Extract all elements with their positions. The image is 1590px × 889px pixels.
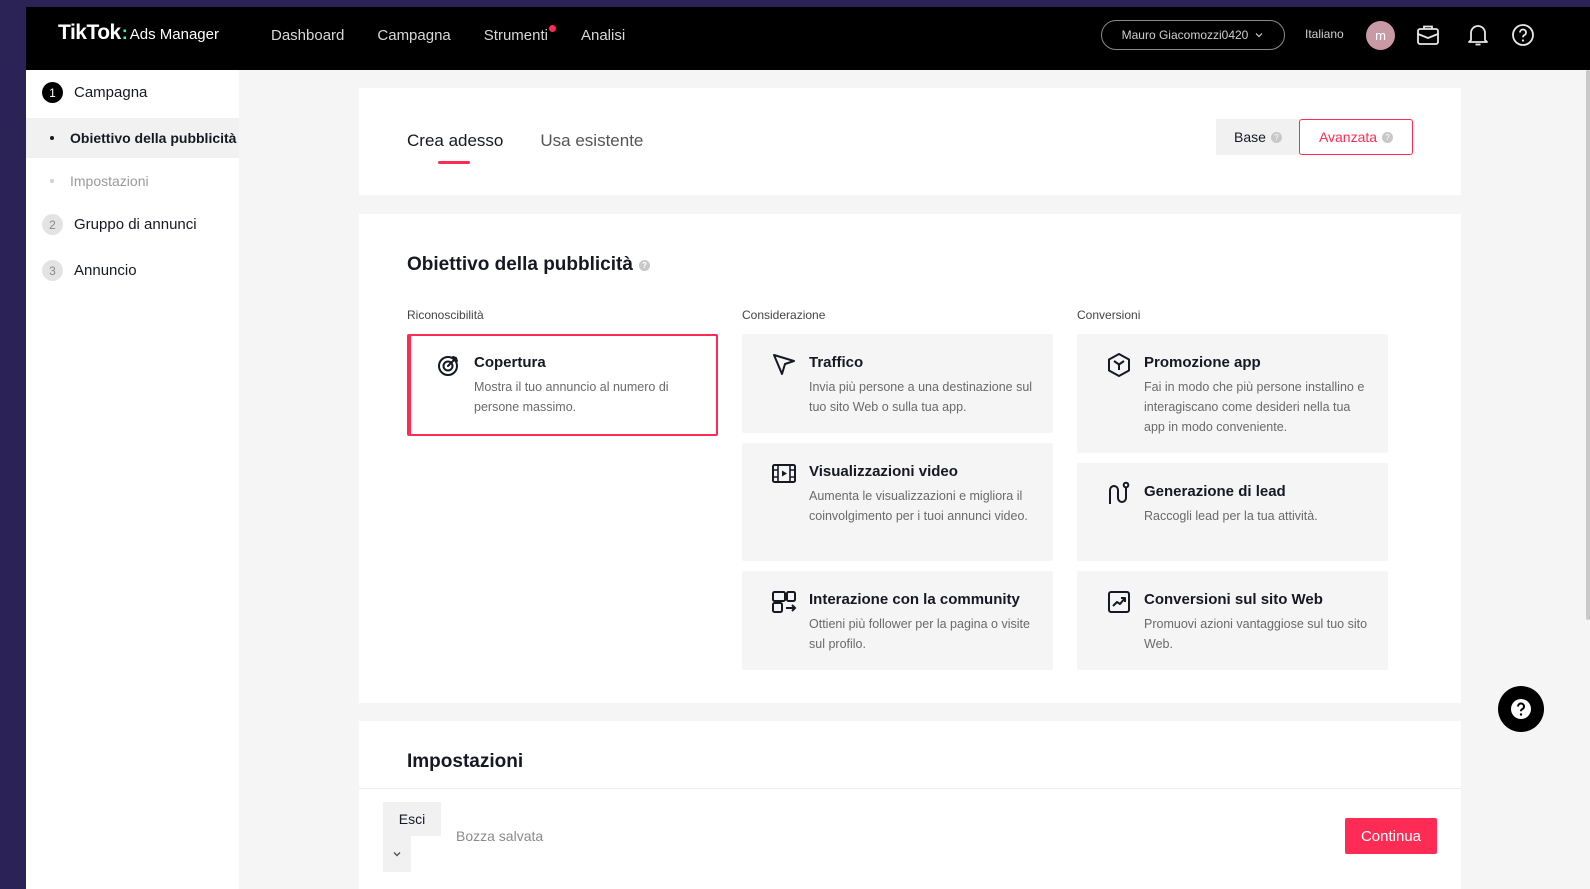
mode-base-button[interactable]: Base? xyxy=(1216,119,1300,155)
sidebar-substep-impostazioni[interactable]: Impostazioni xyxy=(26,161,239,201)
nav-link-dashboard[interactable]: Dashboard xyxy=(271,27,344,44)
objective-option-video[interactable]: Visualizzazioni video Aumenta le visuali… xyxy=(742,443,1053,561)
option-description: Aumenta le visualizzazioni e migliora il… xyxy=(809,489,1028,523)
column-header-conversions: Conversioni xyxy=(1077,308,1141,322)
top-nav: TikTok : Ads Manager Dashboard Campagna … xyxy=(26,7,1590,70)
chevron-down-icon xyxy=(1255,33,1263,38)
info-icon: ? xyxy=(1270,131,1282,143)
community-icon xyxy=(772,591,797,613)
option-title: Traffico xyxy=(809,354,864,371)
help-fab[interactable] xyxy=(1498,686,1544,732)
magnet-icon xyxy=(1109,481,1130,504)
steps-sidebar: 1 Campagna Obiettivo della pubblicità Im… xyxy=(26,70,239,889)
objective-option-lead[interactable]: Generazione di lead Raccogli lead per la… xyxy=(1077,463,1388,561)
option-description: Ottieni più follower per la pagina o vis… xyxy=(809,617,1030,651)
creation-tabs-card: Crea adesso Usa esistente Base? Avanzata… xyxy=(359,88,1461,195)
objective-option-copertura[interactable]: Copertura Mostra il tuo annuncio al nume… xyxy=(407,334,718,436)
brand-logo-dot: : xyxy=(121,23,128,43)
cursor-icon xyxy=(773,354,795,375)
mode-advanced-button[interactable]: Avanzata? xyxy=(1299,119,1413,155)
sidebar-substep-obiettivo[interactable]: Obiettivo della pubblicità xyxy=(26,118,239,158)
objective-option-community[interactable]: Interazione con la community Ottieni più… xyxy=(742,571,1053,670)
mode-advanced-label: Avanzata xyxy=(1318,129,1378,145)
objective-card: Obiettivo della pubblicità? Riconoscibil… xyxy=(359,214,1461,703)
substep-label: Obiettivo della pubblicità xyxy=(70,130,237,146)
objective-title-text: Obiettivo della pubblicità xyxy=(407,254,633,275)
exit-menu-toggle[interactable] xyxy=(383,836,411,872)
nav-link-strumenti-label: Strumenti xyxy=(483,27,548,44)
nav-links: Dashboard Campagna Strumenti Analisi xyxy=(271,25,625,44)
draft-status: Bozza salvata xyxy=(456,828,544,844)
objective-title: Obiettivo della pubblicità? xyxy=(407,254,650,276)
option-title: Conversioni sul sito Web xyxy=(1144,591,1323,608)
info-icon: ? xyxy=(1382,131,1394,143)
trend-icon xyxy=(1108,591,1130,613)
nav-link-analisi[interactable]: Analisi xyxy=(581,27,625,44)
notification-dot xyxy=(548,25,556,32)
column-header-consideration: Considerazione xyxy=(742,308,826,322)
substep-label: Impostazioni xyxy=(70,173,149,189)
option-title: Visualizzazioni video xyxy=(809,463,958,480)
option-description: Fai in modo che più persone installino e… xyxy=(1144,380,1365,434)
option-description: Raccogli lead per la tua attività. xyxy=(1144,509,1318,523)
nav-link-campagna[interactable]: Campagna xyxy=(377,27,450,44)
option-description: Mostra il tuo annuncio al numero di pers… xyxy=(474,380,669,414)
option-title: Promozione app xyxy=(1144,354,1261,371)
bell-icon[interactable] xyxy=(1465,22,1491,48)
tab-crea-adesso[interactable]: Crea adesso xyxy=(407,131,503,164)
option-title: Generazione di lead xyxy=(1144,483,1286,500)
sidebar-step-gruppo[interactable]: 2 Gruppo di annunci xyxy=(42,214,197,235)
column-header-awareness: Riconoscibilità xyxy=(407,308,484,322)
avatar[interactable]: m xyxy=(1366,21,1395,50)
step-number: 1 xyxy=(42,82,63,103)
step-label: Gruppo di annunci xyxy=(74,216,197,233)
mode-base-label: Base xyxy=(1234,129,1266,145)
account-selector[interactable]: Mauro Giacomozzi0420 xyxy=(1101,20,1285,50)
brand-logo-text: TikTok xyxy=(58,21,121,44)
bullet-icon xyxy=(50,136,54,140)
question-icon xyxy=(1511,699,1531,719)
option-title: Copertura xyxy=(474,354,546,371)
film-icon xyxy=(772,464,796,483)
exit-button[interactable]: Esci xyxy=(383,802,441,836)
continue-button[interactable]: Continua xyxy=(1345,818,1437,854)
creation-tabs: Crea adesso Usa esistente xyxy=(407,131,643,164)
help-icon[interactable] xyxy=(1510,22,1536,48)
objective-option-traffico[interactable]: Traffico Invia più persone a una destina… xyxy=(742,334,1053,433)
step-number: 2 xyxy=(42,214,63,235)
target-icon xyxy=(438,356,458,376)
account-name: Mauro Giacomozzi0420 xyxy=(1121,28,1249,42)
language-selector[interactable]: Italiano xyxy=(1305,27,1344,41)
cube-icon xyxy=(1108,353,1130,377)
settings-title: Impostazioni xyxy=(407,751,523,773)
sidebar-step-annuncio[interactable]: 3 Annuncio xyxy=(42,260,137,281)
info-icon: ? xyxy=(638,259,650,271)
tab-usa-esistente[interactable]: Usa esistente xyxy=(540,131,643,151)
briefcase-icon[interactable] xyxy=(1415,22,1441,48)
brand-product-name: Ads Manager xyxy=(129,26,219,43)
sidebar-step-campagna[interactable]: 1 Campagna xyxy=(42,82,147,103)
option-description: Promuovi azioni vantaggiose sul tuo sito… xyxy=(1144,617,1368,651)
chevron-down-icon xyxy=(393,852,401,857)
app-window: TikTok : Ads Manager Dashboard Campagna … xyxy=(26,7,1590,889)
option-title: Interazione con la community xyxy=(809,591,1020,608)
objective-option-web-conversions[interactable]: Conversioni sul sito Web Promuovi azioni… xyxy=(1077,571,1388,670)
option-description: Invia più persone a una destinazione sul… xyxy=(809,380,1033,414)
objective-option-app[interactable]: Promozione app Fai in modo che più perso… xyxy=(1077,334,1388,453)
step-label: Annuncio xyxy=(74,262,137,279)
step-number: 3 xyxy=(42,260,63,281)
settings-title-text: Impostazioni xyxy=(407,751,524,772)
step-label: Campagna xyxy=(74,84,148,101)
page-scrollbar[interactable] xyxy=(1586,70,1590,620)
bottom-action-bar: Esci Bozza salvata Continua xyxy=(359,788,1461,889)
brand-logo[interactable]: TikTok : Ads Manager xyxy=(58,21,219,45)
nav-link-strumenti[interactable]: Strumenti xyxy=(483,25,556,44)
bullet-icon xyxy=(50,179,54,183)
